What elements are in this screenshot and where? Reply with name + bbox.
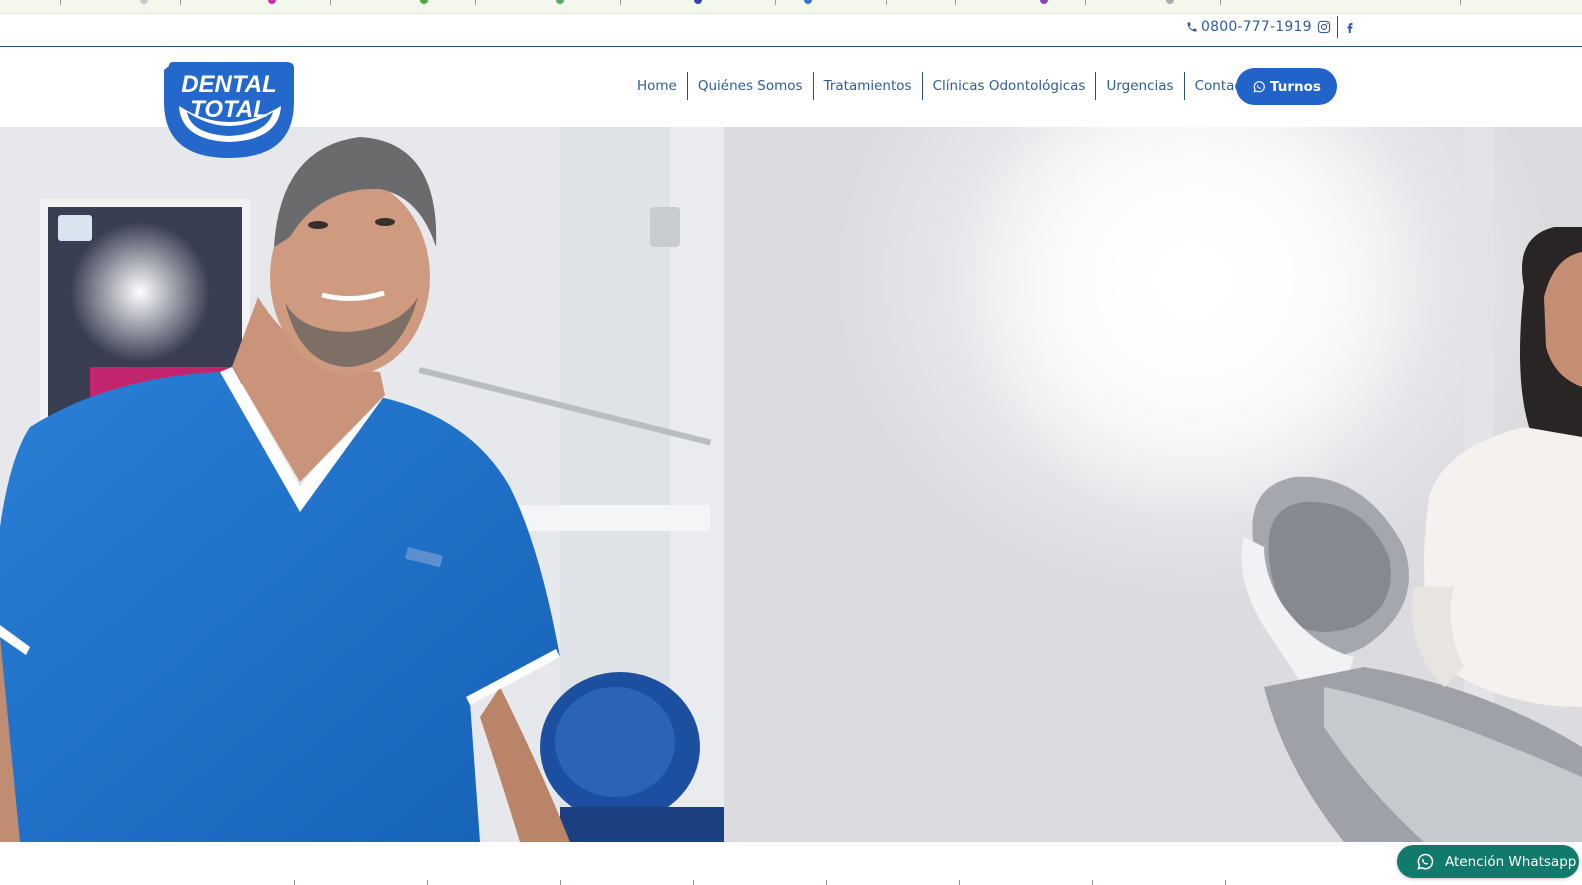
bottom-tick	[294, 880, 295, 885]
turnos-label: Turnos	[1270, 78, 1321, 95]
contact-bar: 0800-777-1919	[0, 14, 1582, 47]
whatsapp-icon	[1253, 80, 1265, 92]
strip-tick	[1085, 0, 1086, 5]
strip-dot	[804, 0, 812, 4]
strip-dot	[420, 0, 428, 4]
bottom-tick	[427, 880, 428, 885]
strip-tick	[180, 0, 181, 5]
patient-photo	[954, 127, 1582, 842]
facebook-icon[interactable]	[1344, 20, 1356, 34]
bottom-tick	[693, 880, 694, 885]
nav-item-quienes-somos[interactable]: Quiénes Somos	[686, 72, 813, 100]
nav-item-urgencias[interactable]: Urgencias	[1095, 72, 1183, 100]
main-nav: Home Quiénes Somos Tratamientos Clínicas…	[627, 72, 1265, 100]
strip-tick	[886, 0, 887, 5]
strip-dot	[1166, 0, 1174, 4]
nav-item-clinicas[interactable]: Clínicas Odontológicas	[921, 72, 1096, 100]
top-strip	[0, 0, 1582, 14]
strip-dot	[694, 0, 702, 4]
strip-tick	[1460, 0, 1461, 5]
strip-tick	[955, 0, 956, 5]
dental-total-logo[interactable]: DENTAL TOTAL	[161, 62, 298, 160]
whatsapp-chat-button[interactable]: Atención Whatsapp	[1397, 845, 1579, 878]
bottom-tick	[1225, 880, 1226, 885]
strip-dot	[268, 0, 276, 4]
logo-line1: DENTAL	[181, 71, 277, 98]
hero-slider	[0, 127, 1582, 842]
social-divider	[1337, 16, 1338, 38]
strip-dot	[1040, 0, 1048, 4]
bottom-band	[0, 842, 1582, 885]
strip-tick	[330, 0, 331, 5]
logo-line2: TOTAL	[190, 96, 268, 123]
hero-image-patient	[724, 127, 1582, 842]
whatsapp-label: Atención Whatsapp	[1445, 853, 1577, 870]
nav-item-tratamientos[interactable]: Tratamientos	[812, 72, 922, 100]
nav-item-home[interactable]: Home	[627, 72, 687, 100]
whatsapp-icon	[1417, 853, 1434, 870]
hero-image-dentist	[0, 127, 724, 842]
bottom-tick	[826, 880, 827, 885]
phone-number: 0800-777-1919	[1201, 19, 1312, 35]
strip-tick	[620, 0, 621, 5]
phone-link[interactable]: 0800-777-1919	[1186, 19, 1312, 35]
strip-tick	[475, 0, 476, 5]
bottom-tick	[560, 880, 561, 885]
bottom-tick	[1092, 880, 1093, 885]
turnos-button[interactable]: Turnos	[1236, 68, 1337, 105]
strip-tick	[1220, 0, 1221, 5]
phone-icon	[1187, 22, 1197, 32]
strip-dot	[140, 0, 148, 4]
instagram-icon[interactable]	[1317, 20, 1331, 34]
strip-tick	[60, 0, 61, 5]
bottom-tick	[959, 880, 960, 885]
strip-tick	[775, 0, 776, 5]
dentist-photo	[0, 127, 724, 842]
strip-dot	[556, 0, 564, 4]
